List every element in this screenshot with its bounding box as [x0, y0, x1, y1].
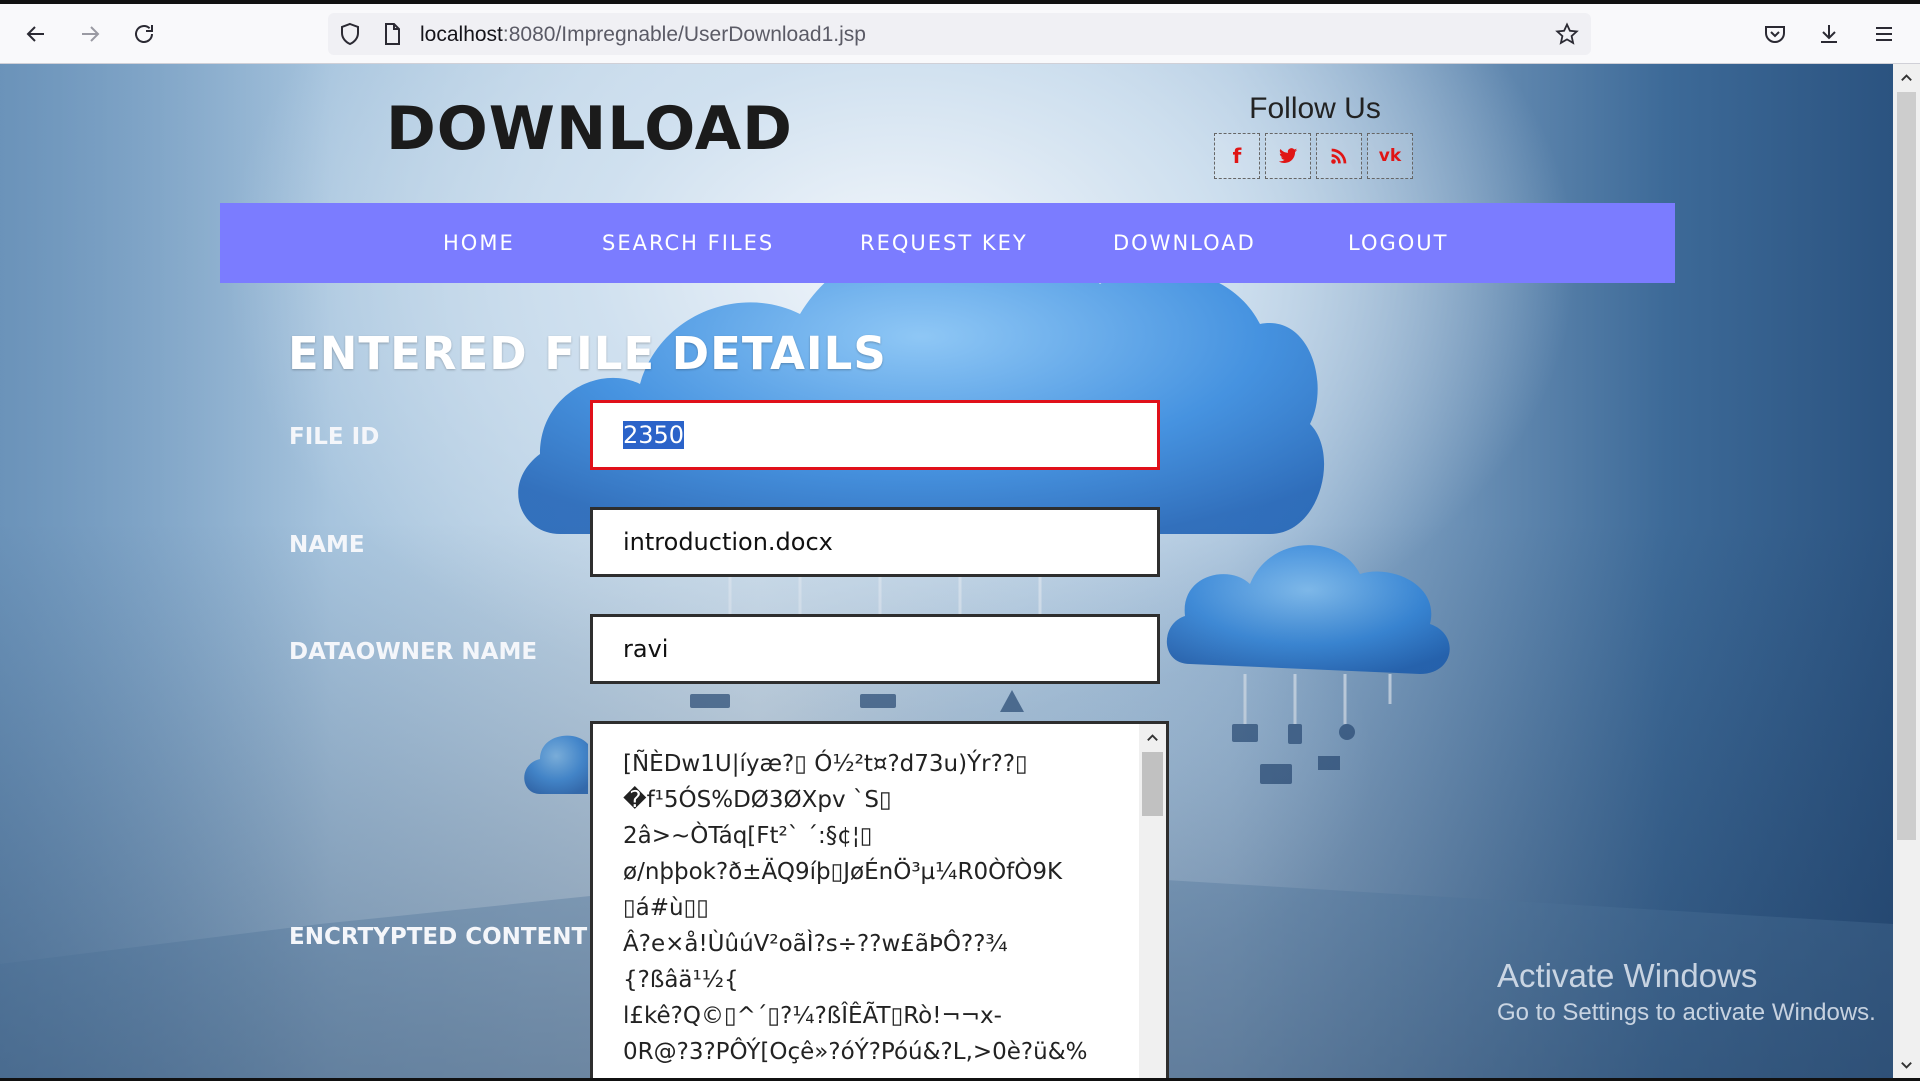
- nav-search-files[interactable]: SEARCH FILES: [602, 203, 774, 283]
- bookmark-star-icon[interactable]: [1555, 22, 1579, 46]
- facebook-icon: f: [1232, 144, 1242, 168]
- back-button[interactable]: [18, 16, 54, 52]
- nav-download[interactable]: DOWNLOAD: [1113, 203, 1256, 283]
- url-text[interactable]: localhost:8080/Impregnable/UserDownload1…: [420, 23, 866, 47]
- encrypted-content-textarea[interactable]: [ÑÈDw1U|íyæ?▯ Ó½²t¤?d73u)Ýr??▯ �f¹5ÓS%DØ…: [590, 721, 1169, 1081]
- name-label: NAME: [289, 532, 365, 558]
- vk-icon: vk: [1378, 146, 1402, 166]
- facebook-link[interactable]: f: [1214, 133, 1260, 179]
- reload-button[interactable]: [126, 16, 162, 52]
- section-title: ENTERED FILE DETAILS: [288, 327, 887, 380]
- scroll-down-arrow-icon[interactable]: [1899, 1058, 1914, 1073]
- dataowner-name-input[interactable]: ravi: [590, 614, 1160, 684]
- url-bar[interactable]: localhost:8080/Impregnable/UserDownload1…: [328, 13, 1591, 55]
- shield-icon[interactable]: [338, 22, 362, 46]
- watermark-line1: Activate Windows: [1497, 957, 1758, 994]
- page-info-icon[interactable]: [380, 22, 404, 46]
- menu-button[interactable]: [1866, 16, 1902, 52]
- back-arrow-icon: [26, 26, 44, 42]
- follow-us-heading: Follow Us: [1249, 92, 1381, 125]
- pocket-button[interactable]: [1757, 16, 1793, 52]
- rss-link[interactable]: [1316, 133, 1362, 179]
- scroll-up-arrow-icon[interactable]: [1899, 70, 1914, 85]
- page-viewport: DOWNLOAD Follow Us f vk HOME SEARCH FILE…: [0, 64, 1893, 1081]
- nav-logout[interactable]: LOGOUT: [1348, 203, 1448, 283]
- file-id-value: 2350: [623, 421, 685, 449]
- page-scroll-thumb[interactable]: [1897, 92, 1916, 840]
- pocket-icon: [1765, 26, 1785, 43]
- browser-toolbar: localhost:8080/Impregnable/UserDownload1…: [0, 4, 1920, 64]
- encrypted-content-label: ENCRTYPTED CONTENT: [289, 924, 588, 950]
- social-links: f vk: [1214, 133, 1413, 179]
- watermark-line2: Go to Settings to activate Windows.: [1497, 999, 1876, 1026]
- twitter-icon: [1278, 148, 1298, 163]
- brand-title: DOWNLOAD: [386, 94, 793, 164]
- download-arrow-icon: [1821, 25, 1837, 43]
- vk-link[interactable]: vk: [1367, 133, 1413, 179]
- dataowner-name-label: DATAOWNER NAME: [289, 639, 538, 665]
- encrypted-content-text: [ÑÈDw1U|íyæ?▯ Ó½²t¤?d73u)Ýr??▯ �f¹5ÓS%DØ…: [623, 751, 1088, 1065]
- dataowner-name-value: ravi: [623, 635, 669, 663]
- twitter-link[interactable]: [1265, 133, 1311, 179]
- textarea-scrollbar[interactable]: [1139, 724, 1166, 1081]
- page-scrollbar[interactable]: [1893, 64, 1920, 1081]
- forward-button[interactable]: [72, 16, 108, 52]
- name-input[interactable]: introduction.docx: [590, 507, 1160, 577]
- rss-icon: [1331, 148, 1347, 164]
- scroll-up-arrow-icon[interactable]: [1145, 730, 1160, 745]
- activate-windows-watermark: Activate Windows Go to Settings to activ…: [1497, 957, 1876, 1027]
- nav-request-key[interactable]: REQUEST KEY: [860, 203, 1028, 283]
- hamburger-menu-icon: [1876, 27, 1892, 41]
- file-id-input[interactable]: 2350: [590, 400, 1160, 470]
- forward-arrow-icon: [82, 26, 100, 42]
- main-navigation: HOME SEARCH FILES REQUEST KEY DOWNLOAD L…: [220, 203, 1675, 283]
- nav-home[interactable]: HOME: [443, 203, 515, 283]
- name-value: introduction.docx: [623, 528, 833, 556]
- textarea-scroll-thumb[interactable]: [1142, 752, 1163, 816]
- url-path: :8080/Impregnable/UserDownload1.jsp: [502, 23, 866, 46]
- url-host: localhost: [420, 23, 503, 46]
- downloads-button[interactable]: [1811, 16, 1847, 52]
- file-id-label: FILE ID: [289, 424, 380, 450]
- reload-icon: [135, 25, 153, 43]
